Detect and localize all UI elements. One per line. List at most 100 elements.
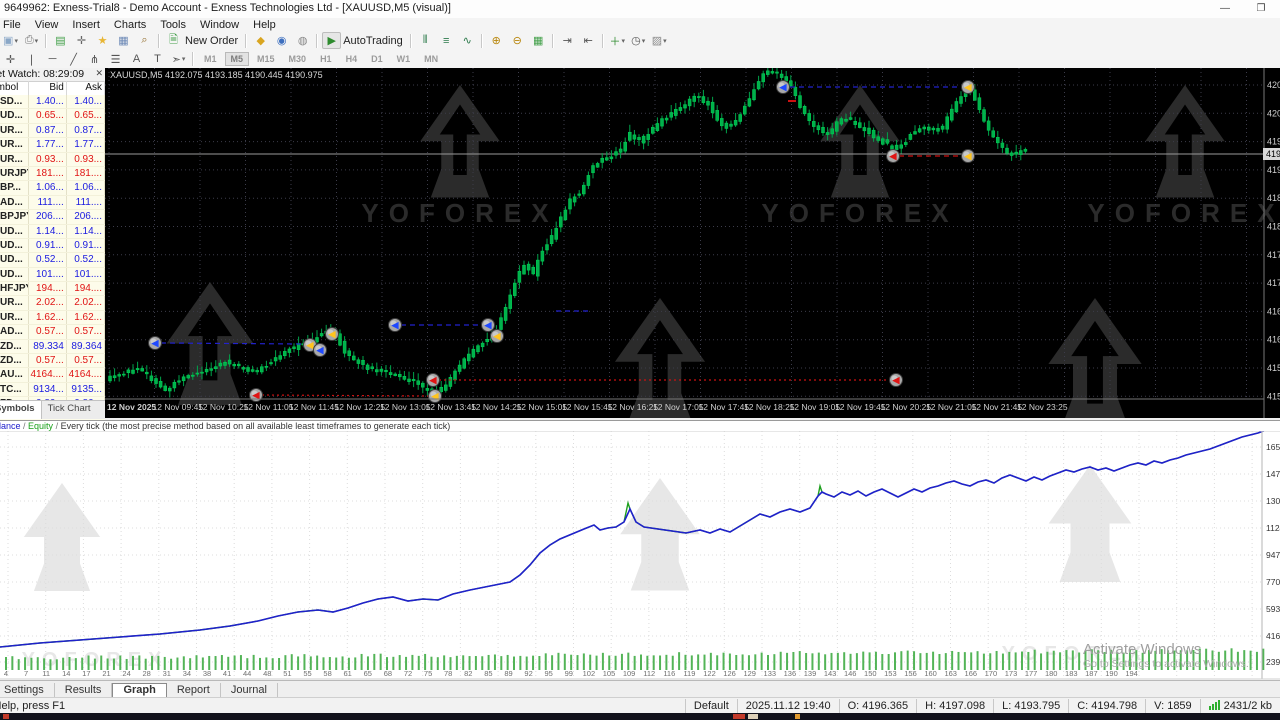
new-order-icon[interactable]: 🗎 <box>164 32 183 49</box>
taskbar-icon[interactable] <box>748 714 758 719</box>
close-icon[interactable]: ✕ <box>95 68 103 79</box>
cursor-move-icon[interactable]: ✛ <box>72 32 91 49</box>
timeframe-m30[interactable]: M30 <box>283 52 313 66</box>
timeframe-w1[interactable]: W1 <box>391 52 417 66</box>
market-watch-row[interactable]: UD...0.65...0.65... <box>0 109 105 123</box>
timeframe-h4[interactable]: H4 <box>340 52 364 66</box>
column-bid[interactable]: Bid <box>29 81 67 95</box>
charts-grid-icon[interactable]: ▤ <box>51 32 70 49</box>
market-watch-row[interactable]: SD...1.40...1.40... <box>0 95 105 109</box>
autotrading-label[interactable]: AutoTrading <box>343 35 403 47</box>
menu-window[interactable]: Window <box>193 19 246 31</box>
market-watch-row[interactable]: UR...2.02...2.02... <box>0 296 105 310</box>
crosshair-icon[interactable]: ✛ <box>1 51 20 68</box>
fibonacci-icon[interactable]: ☰ <box>106 51 125 68</box>
market-watch-row[interactable]: BPJPY206....206.... <box>0 210 105 224</box>
tab-graph[interactable]: Graph <box>112 683 166 698</box>
market-watch-row[interactable]: UD...1.14...1.14... <box>0 225 105 239</box>
tester-balance-graph[interactable]: YOFOREXYOFOREX16551478130111249477705934… <box>0 431 1280 680</box>
market-watch-row[interactable]: TC...9134...9135... <box>0 383 105 397</box>
tab-report[interactable]: Report <box>167 683 221 698</box>
minimize-button[interactable]: — <box>1212 1 1238 16</box>
current-price-label: 4190.97 <box>1266 149 1280 159</box>
menu-tools[interactable]: Tools <box>153 19 193 31</box>
bar <box>1212 704 1214 710</box>
templates-icon[interactable]: ▨▾ <box>650 32 669 49</box>
timeframe-mn[interactable]: MN <box>418 52 444 66</box>
market-watch-row[interactable]: UD...0.91...0.91... <box>0 239 105 253</box>
tile-windows-icon[interactable]: ▦ <box>529 32 548 49</box>
candles-view-icon[interactable]: ⫴ <box>416 32 435 49</box>
tester-x-axis-label: 126 <box>723 669 736 678</box>
data-window-icon[interactable]: ⌕ <box>135 32 154 49</box>
horizontal-line-icon[interactable]: ─ <box>43 51 62 68</box>
market-watch-tab-tick-chart[interactable]: Tick Chart <box>42 401 97 419</box>
market-watch-row[interactable]: AU...4164....4164.... <box>0 368 105 382</box>
menu-help[interactable]: Help <box>246 19 283 31</box>
restore-button[interactable]: ❐ <box>1248 1 1274 16</box>
new_order-label[interactable]: New Order <box>185 35 238 47</box>
market-watch-row[interactable]: URJPY181....181.... <box>0 167 105 181</box>
print-icon[interactable]: ⎙▾ <box>22 32 41 49</box>
market-watch-row[interactable]: ZD...89.33489.364 <box>0 340 105 354</box>
auto-scroll-icon[interactable]: ⇥ <box>558 32 577 49</box>
tester-x-axis-label: 7 <box>24 669 28 678</box>
market-watch-row[interactable]: UR...1.62...1.62... <box>0 311 105 325</box>
shapes-icon[interactable]: ➣▾ <box>169 51 188 68</box>
taskbar-strip <box>0 713 1280 720</box>
zoom-in-icon[interactable]: ⊕ <box>487 32 506 49</box>
market-watch-row[interactable]: AD...0.57...0.57... <box>0 325 105 339</box>
timeframe-h1[interactable]: H1 <box>314 52 338 66</box>
menu-file[interactable]: File <box>0 19 28 31</box>
market-watch-row[interactable]: AD...111....111.... <box>0 196 105 210</box>
tab-settings[interactable]: Settings <box>0 683 55 698</box>
column-symbol[interactable]: Symbol <box>0 81 29 95</box>
timeframe-m15[interactable]: M15 <box>251 52 281 66</box>
market-watch-row[interactable]: ZD...0.57...0.57... <box>0 354 105 368</box>
status-cell[interactable]: Default <box>685 699 737 713</box>
menu-view[interactable]: View <box>28 19 66 31</box>
timeframe-m1[interactable]: M1 <box>198 52 223 66</box>
taskbar-icon[interactable] <box>3 714 9 719</box>
price-axis-label: 4165.00 <box>1267 306 1280 316</box>
profiles-icon[interactable]: ▣▾ <box>1 32 20 49</box>
svg-text:◀: ◀ <box>151 338 160 348</box>
market-watch-row[interactable]: UR...1.77...1.77... <box>0 138 105 152</box>
market-watch-row[interactable]: UR...0.93...0.93... <box>0 153 105 167</box>
timeframe-m5[interactable]: M5 <box>225 52 250 66</box>
chart-shift-icon[interactable]: ⇤ <box>579 32 598 49</box>
market-watch-tab-symbols[interactable]: Symbols <box>0 401 42 419</box>
timeframe-d1[interactable]: D1 <box>365 52 389 66</box>
menu-insert[interactable]: Insert <box>65 19 107 31</box>
label-icon[interactable]: T <box>148 51 167 68</box>
menu-charts[interactable]: Charts <box>107 19 153 31</box>
styler-icon[interactable]: ◆ <box>251 32 270 49</box>
taskbar-icon[interactable] <box>795 714 800 719</box>
market-watch-row[interactable]: UR...0.87...0.87... <box>0 124 105 138</box>
market-watch-row[interactable]: UD...101....101.... <box>0 268 105 282</box>
pitchfork-icon[interactable]: ⋔ <box>85 51 104 68</box>
cursor-move-icon: ✛ <box>77 34 86 47</box>
tab-results[interactable]: Results <box>55 683 113 698</box>
price-chart[interactable]: YOFOREXYOFOREXYOFOREX4205.004200.004195.… <box>105 68 1280 418</box>
autotrading-icon[interactable]: ▶ <box>322 32 341 49</box>
taskbar-icon[interactable] <box>733 714 745 719</box>
toolbar-separator <box>192 52 194 66</box>
accounts-icon[interactable]: ◉ <box>272 32 291 49</box>
zoom-out-icon[interactable]: ⊖ <box>508 32 527 49</box>
periods-icon[interactable]: ◷▾ <box>629 32 648 49</box>
market-watch-row[interactable]: BP...1.06...1.06... <box>0 181 105 195</box>
tab-journal[interactable]: Journal <box>221 683 278 698</box>
favorites-star-icon[interactable]: ★ <box>93 32 112 49</box>
vertical-line-icon[interactable]: ❘ <box>22 51 41 68</box>
signals-icon[interactable]: ◍ <box>293 32 312 49</box>
bars-view-icon[interactable]: ≡ <box>437 32 456 49</box>
market-watch-row[interactable]: HFJPY194....194.... <box>0 282 105 296</box>
column-ask[interactable]: Ask <box>67 81 105 95</box>
trendline-icon[interactable]: ╱ <box>64 51 83 68</box>
market-watch-row[interactable]: UD...0.52...0.52... <box>0 253 105 267</box>
indicators-icon[interactable]: ＋▾ <box>608 32 627 49</box>
line-view-icon[interactable]: ∿ <box>458 32 477 49</box>
market-watch-window-icon[interactable]: ▦ <box>114 32 133 49</box>
text-icon[interactable]: A <box>127 51 146 68</box>
